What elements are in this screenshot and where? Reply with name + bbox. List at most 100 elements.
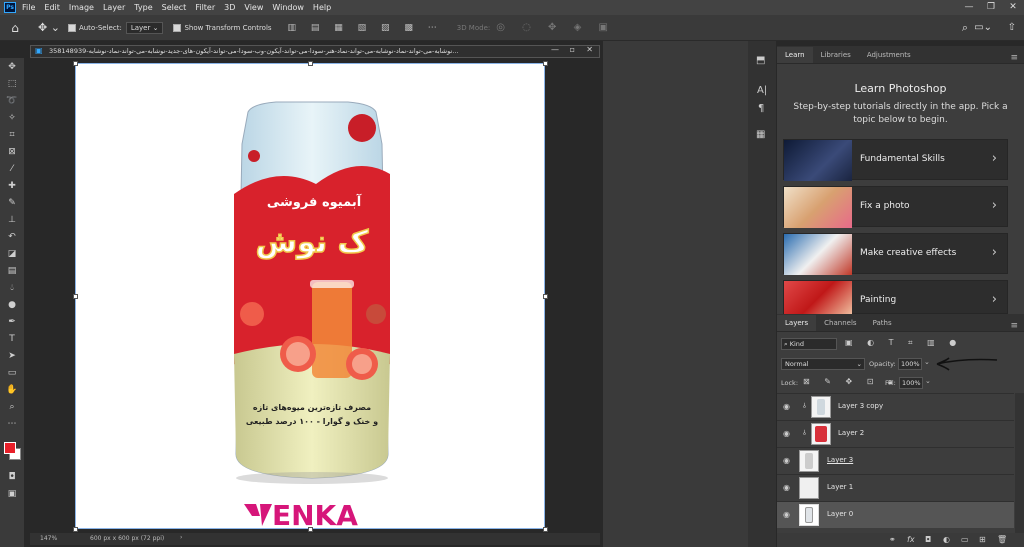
character-panel-icon[interactable]: A| [757,85,767,96]
rectangle-tool-icon[interactable]: ▭ [0,364,24,381]
path-selection-tool-icon[interactable]: ➤ [0,347,24,364]
panel-menu-icon[interactable]: ≡ [1004,321,1024,331]
hand-tool-icon[interactable]: ✋ [0,381,24,398]
move-tool-icon[interactable]: ✥ [0,58,24,75]
paragraph-panel-icon[interactable]: ¶ [758,103,764,114]
move-tool-preset-icon[interactable]: ✥ ⌄ [38,21,60,34]
eraser-tool-icon[interactable]: ◪ [0,245,24,262]
transform-handle-left[interactable] [73,294,78,299]
frame-tool-icon[interactable]: ⊠ [0,143,24,160]
new-group-icon[interactable]: ▭ [961,535,969,544]
menu-view[interactable]: View [244,3,263,12]
document-minimize-icon[interactable]: — [551,45,559,54]
tab-channels[interactable]: Channels [816,315,864,331]
layer-name[interactable]: Layer 1 [827,483,853,491]
layer-row-layer-1[interactable]: ◉ Layer 1 [777,474,1014,501]
more-tools-icon[interactable]: ⋯ [0,415,24,432]
menu-3d[interactable]: 3D [224,3,235,12]
layer-name[interactable]: Layer 0 [827,510,853,518]
pen-tool-icon[interactable]: ✒ [0,313,24,330]
layer-name[interactable]: Layer 3 [827,456,853,464]
brush-tool-icon[interactable]: ✎ [0,194,24,211]
link-layers-icon[interactable]: ⚭ [889,535,896,544]
tab-adjustments[interactable]: Adjustments [859,47,919,63]
stamp-tool-icon[interactable]: ⊥ [0,211,24,228]
transform-handle-bottom-right[interactable] [543,527,548,532]
dodge-tool-icon[interactable]: ● [0,296,24,313]
search-icon[interactable]: ⌕ [962,21,968,35]
delete-layer-icon[interactable]: 🗑︎ [997,535,1007,544]
auto-select-checkbox[interactable] [67,23,76,32]
status-arrow-icon[interactable]: › [180,534,182,541]
menu-help[interactable]: Help [313,3,331,12]
layer-mask-icon[interactable]: ◘ [925,535,931,544]
document-close-icon[interactable]: ✕ [586,45,593,54]
close-button[interactable]: ✕ [1002,0,1024,15]
auto-select-dropdown[interactable]: Layer ⌄ [125,21,164,34]
menu-layer[interactable]: Layer [103,3,125,12]
opacity-dropdown-icon[interactable]: ⌄ [924,358,930,366]
blend-mode-dropdown[interactable]: Normal ⌄ [781,358,865,370]
share-icon[interactable]: ⇧ [1008,22,1016,33]
magic-wand-tool-icon[interactable]: ✧ [0,109,24,126]
menu-select[interactable]: Select [162,3,187,12]
menu-type[interactable]: Type [134,3,152,12]
learn-card-painting[interactable]: Painting › [783,280,1008,315]
3d-mode-icons[interactable]: ◎ ◌ ✥ ◈ ▣ [496,22,615,33]
opacity-input[interactable]: 100% [898,358,922,370]
visibility-eye-icon[interactable]: ◉ [783,456,790,465]
layer-filter-dropdown[interactable]: ⌕ Kind [781,338,837,350]
lasso-tool-icon[interactable]: ➰ [0,92,24,109]
fill-input[interactable]: 100% [899,377,923,389]
transform-handle-bottom-left[interactable] [73,527,78,532]
quick-mask-icon[interactable]: ◘ [0,468,24,485]
layer-name[interactable]: Layer 3 copy [838,402,883,410]
lock-icons[interactable]: ⊠ ✎ ✥ ⊡ 🔒︎ [803,377,898,387]
learn-card-fix-a-photo[interactable]: Fix a photo › [783,186,1008,228]
transform-handle-top-right[interactable] [543,61,548,66]
learn-card-fundamental-skills[interactable]: Fundamental Skills › [783,139,1008,181]
tab-learn[interactable]: Learn [777,47,813,63]
workspace-icon[interactable]: ▭⌄ [974,22,992,33]
layer-row-layer-3-copy[interactable]: ◉ ⫰ Layer 3 copy [777,393,1014,420]
panel-menu-icon[interactable]: ≡ [1004,53,1024,63]
layers-scrollbar[interactable] [1015,393,1024,533]
minimize-button[interactable]: — [958,0,980,15]
filter-type-icons[interactable]: ▣ ◐ T ⌗ ▥ ● [845,338,962,348]
learn-card-make-creative-effects[interactable]: Make creative effects › [783,233,1008,275]
restore-button[interactable]: ❐ [980,0,1002,15]
transform-handle-top[interactable] [308,61,313,66]
menu-edit[interactable]: Edit [44,3,60,12]
zoom-tool-icon[interactable]: ⌕ [0,398,24,415]
tab-layers[interactable]: Layers [777,315,817,331]
layer-row-layer-2[interactable]: ◉ ⫰ Layer 2 [777,420,1014,447]
canvas[interactable]: آبمیوه فروشی ک نوش مصرف تازه‌ترین میوه‌ه… [75,63,545,532]
transform-handle-bottom[interactable] [308,527,313,532]
layer-name[interactable]: Layer 2 [838,429,864,437]
history-brush-tool-icon[interactable]: ↶ [0,228,24,245]
transform-handle-top-left[interactable] [73,61,78,66]
visibility-eye-icon[interactable]: ◉ [783,483,790,492]
menu-filter[interactable]: Filter [195,3,215,12]
menu-image[interactable]: Image [69,3,94,12]
fill-dropdown-icon[interactable]: ⌄ [925,377,931,385]
crop-tool-icon[interactable]: ⌗ [0,126,24,143]
visibility-eye-icon[interactable]: ◉ [783,402,790,411]
eyedropper-tool-icon[interactable]: ⁄ [0,160,24,177]
healing-tool-icon[interactable]: ✚ [0,177,24,194]
transform-handle-right[interactable] [543,294,548,299]
gradient-tool-icon[interactable]: ▤ [0,262,24,279]
menu-file[interactable]: File [22,3,35,12]
layer-row-layer-0[interactable]: ◉ Layer 0 [777,501,1014,528]
screen-mode-icon[interactable]: ▣ [0,485,24,502]
document-tab[interactable]: ▣ 358148939-نوشابه-می-تواند-نماد-نوشابه-… [30,45,600,58]
history-panel-icon[interactable]: ⬒ [756,55,765,66]
visibility-eye-icon[interactable]: ◉ [783,510,790,519]
visibility-eye-icon[interactable]: ◉ [783,429,790,438]
tab-libraries[interactable]: Libraries [813,47,859,63]
new-layer-icon[interactable]: ⊞ [979,535,986,544]
layer-style-icon[interactable]: fx [907,535,915,544]
zoom-level[interactable]: 147% [40,535,57,542]
layer-row-layer-3[interactable]: ◉ Layer 3 [777,447,1014,474]
show-transform-checkbox[interactable] [173,23,182,32]
